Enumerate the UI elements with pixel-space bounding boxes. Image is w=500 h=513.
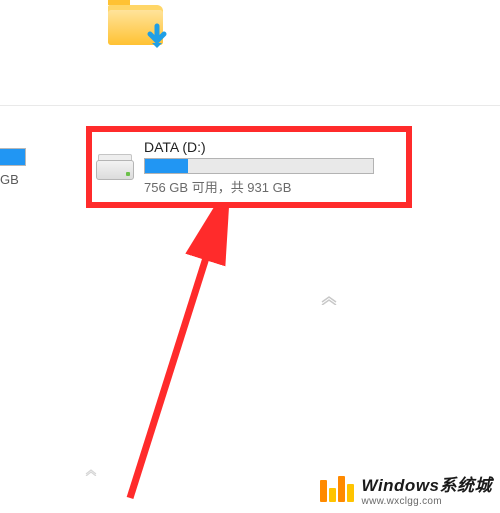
partial-usage-bar [0,148,26,166]
watermark: Windows系统城 www.wxclgg.com [320,471,492,507]
highlight-annotation-box: DATA (D:) 756 GB 可用，共 931 GB [86,126,412,208]
section-divider [0,105,500,106]
usage-text: 756 GB 可用，共 931 GB [144,177,398,196]
usage-bar-fill [145,159,188,173]
watermark-url: www.wxclgg.com [362,496,492,507]
partial-usage-text: GB [0,172,26,187]
expand-chevron-icon[interactable] [320,289,338,310]
downloads-folder[interactable] [108,0,163,45]
partial-drive-left[interactable]: GB [0,148,26,187]
annotation-arrow-icon [90,208,270,508]
drive-label: DATA (D:) [144,139,398,155]
folder-icon [108,0,163,45]
small-chevron-icon [84,463,98,479]
watermark-logo-icon [320,476,354,502]
drive-data-d[interactable]: DATA (D:) 756 GB 可用，共 931 GB [144,139,398,196]
watermark-title: Windows系统城 [362,471,492,496]
download-arrow-icon [143,23,171,51]
drive-icon [96,154,134,180]
usage-bar [144,158,374,174]
